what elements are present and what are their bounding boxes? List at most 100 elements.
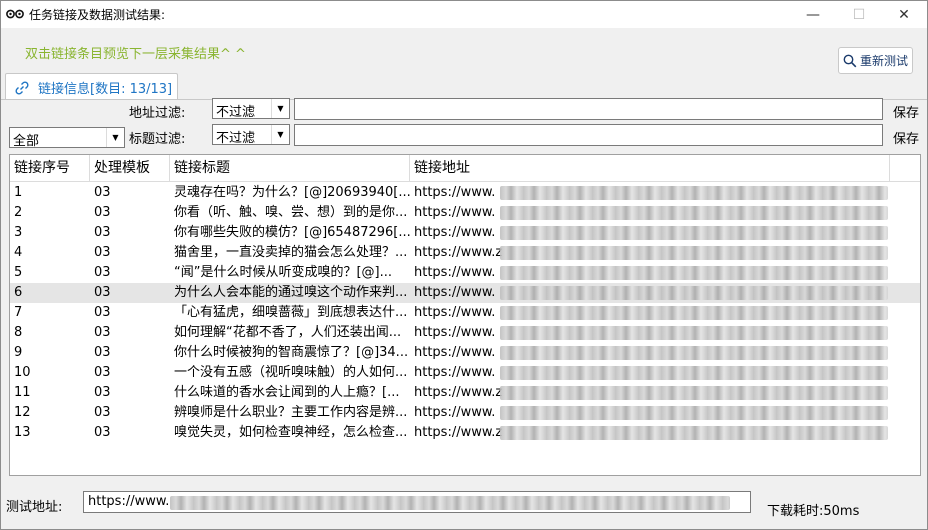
close-icon: ✕: [898, 6, 910, 23]
link-icon: [15, 80, 29, 95]
redacted-url: [500, 306, 888, 320]
table-cell-url: https://www.z: [414, 425, 503, 440]
retest-button[interactable]: 重新测试: [838, 47, 913, 74]
table-row[interactable]: 8 03 如何理解“花都不香了，人们还装出闻... https://www.: [10, 323, 920, 343]
redacted-url: [500, 366, 888, 380]
redacted-url: [500, 226, 888, 240]
redacted-url: [500, 346, 888, 360]
table-row[interactable]: 1 03 灵魂存在吗？为什么？[@]20693940[... https://www.: [10, 183, 920, 203]
redacted-url: [500, 186, 888, 200]
column-header-url[interactable]: 链接地址: [410, 155, 890, 181]
table-row[interactable]: 5 03 “闻”是什么时候从听变成嗅的？[@]... https://www.: [10, 263, 920, 283]
table-cell-tpl: 03: [94, 205, 111, 220]
table-cell-url: https://www.: [414, 405, 496, 420]
title-bar: 任务链接及数据测试结果: — ☐ ✕: [1, 1, 927, 28]
table-row[interactable]: 6 03 为什么人会本能的通过嗅这个动作来判... https://www.: [10, 283, 920, 303]
table-cell-tpl: 03: [94, 345, 111, 360]
table-cell-tpl: 03: [94, 265, 111, 280]
title-filter-value: 不过滤: [216, 131, 256, 146]
tab-link-info[interactable]: 链接信息[数目: 13/13]: [5, 73, 178, 101]
download-time: 下载耗时:50ms: [767, 504, 860, 519]
redacted-url: [170, 496, 730, 510]
table-cell-tpl: 03: [94, 305, 111, 320]
table-cell-title: 辨嗅师是什么职业？主要工作内容是辨...: [174, 405, 408, 420]
table-cell-title: 猫舍里，一直没卖掉的猫会怎么处理？...: [174, 245, 408, 260]
table-header: 链接序号 处理模板 链接标题 链接地址: [10, 155, 920, 182]
redacted-url: [500, 426, 888, 440]
save-title-filter-button[interactable]: 保存: [893, 128, 919, 147]
table-cell-title: 什么味道的香水会让闻到的人上瘾？[...: [174, 385, 400, 400]
scope-value: 全部: [13, 134, 40, 149]
table-cell-url: https://www.: [414, 205, 496, 220]
table-cell-no: 3: [14, 225, 23, 240]
test-url-field[interactable]: https://www.: [83, 491, 751, 513]
table-row[interactable]: 7 03 「心有猛虎，细嗅蔷薇」到底想表达什... https://www.: [10, 303, 920, 323]
table-cell-url: https://www.: [414, 265, 496, 280]
table-cell-no: 2: [14, 205, 23, 220]
table-row[interactable]: 11 03 什么味道的香水会让闻到的人上瘾？[... https://www.z: [10, 383, 920, 403]
title-filter-select[interactable]: 不过滤 ▼: [212, 124, 290, 146]
title-filter-input[interactable]: [294, 124, 883, 146]
redacted-url: [500, 206, 888, 220]
tab-label: 链接信息[数目: 13/13]: [38, 82, 173, 97]
table-cell-tpl: 03: [94, 325, 111, 340]
minimize-icon: —: [806, 6, 820, 23]
column-header-template[interactable]: 处理模板: [90, 155, 170, 181]
table-cell-title: 一个没有五感（视听嗅味触）的人如何...: [174, 365, 408, 380]
table-row[interactable]: 3 03 你有哪些失败的模仿？[@]65487296[... https://www.: [10, 223, 920, 243]
test-url-value: https://www.: [88, 494, 170, 509]
table-row[interactable]: 2 03 你看（听、触、嗅、尝、想）到的是你... https://www.: [10, 203, 920, 223]
table-cell-url: https://www.: [414, 325, 496, 340]
redacted-url: [500, 386, 888, 400]
table-cell-title: 灵魂存在吗？为什么？[@]20693940[...: [174, 185, 410, 200]
redacted-url: [500, 266, 888, 280]
redacted-url: [500, 326, 888, 340]
table-cell-no: 8: [14, 325, 23, 340]
title-filter-label: 标题过滤:: [129, 132, 186, 147]
table-row[interactable]: 9 03 你什么时候被狗的智商震惊了？[@]34... https://www.: [10, 343, 920, 363]
chevron-down-icon: ▼: [106, 128, 124, 147]
address-filter-value: 不过滤: [216, 105, 256, 120]
chevron-down-icon: ▼: [271, 99, 289, 118]
maximize-button[interactable]: ☐: [836, 1, 882, 28]
table-cell-url: https://www.: [414, 185, 496, 200]
table-row[interactable]: 4 03 猫舍里，一直没卖掉的猫会怎么处理？... https://www.z: [10, 243, 920, 263]
table-cell-no: 7: [14, 305, 23, 320]
column-header-title[interactable]: 链接标题: [170, 155, 410, 181]
table-cell-tpl: 03: [94, 365, 111, 380]
table-cell-no: 10: [14, 365, 31, 380]
table-cell-url: https://www.: [414, 225, 496, 240]
table-row[interactable]: 13 03 嗅觉失灵，如何检查嗅神经，怎么检查... https://www.z: [10, 423, 920, 443]
table-cell-tpl: 03: [94, 385, 111, 400]
table-cell-title: 「心有猛虎，细嗅蔷薇」到底想表达什...: [174, 305, 408, 320]
table-cell-no: 9: [14, 345, 23, 360]
table-cell-tpl: 03: [94, 185, 111, 200]
table-cell-title: 为什么人会本能的通过嗅这个动作来判...: [174, 285, 408, 300]
table-cell-tpl: 03: [94, 425, 111, 440]
app-icon: [6, 9, 24, 19]
test-url-label: 测试地址:: [6, 500, 63, 515]
chevron-down-icon: ▼: [271, 125, 289, 144]
table-cell-url: https://www.: [414, 365, 496, 380]
table-row[interactable]: 12 03 辨嗅师是什么职业？主要工作内容是辨... https://www.: [10, 403, 920, 423]
table-cell-title: 你看（听、触、嗅、尝、想）到的是你...: [174, 205, 408, 220]
scope-select[interactable]: 全部 ▼: [9, 127, 125, 149]
retest-label: 重新测试: [859, 54, 908, 68]
redacted-url: [500, 246, 888, 260]
column-header-no[interactable]: 链接序号: [10, 155, 90, 181]
table-cell-no: 1: [14, 185, 23, 200]
table-cell-no: 6: [14, 285, 23, 300]
table-cell-tpl: 03: [94, 285, 111, 300]
save-address-filter-button[interactable]: 保存: [893, 102, 919, 121]
window-title: 任务链接及数据测试结果:: [29, 8, 166, 22]
redacted-url: [500, 286, 888, 300]
minimize-button[interactable]: —: [790, 1, 836, 28]
table-cell-no: 12: [14, 405, 31, 420]
table-cell-tpl: 03: [94, 405, 111, 420]
table-cell-title: 你什么时候被狗的智商震惊了？[@]34...: [174, 345, 409, 360]
maximize-icon: ☐: [852, 6, 866, 23]
close-button[interactable]: ✕: [881, 1, 927, 28]
address-filter-select[interactable]: 不过滤 ▼: [212, 98, 290, 120]
address-filter-input[interactable]: [294, 98, 883, 120]
table-row[interactable]: 10 03 一个没有五感（视听嗅味触）的人如何... https://www.: [10, 363, 920, 383]
